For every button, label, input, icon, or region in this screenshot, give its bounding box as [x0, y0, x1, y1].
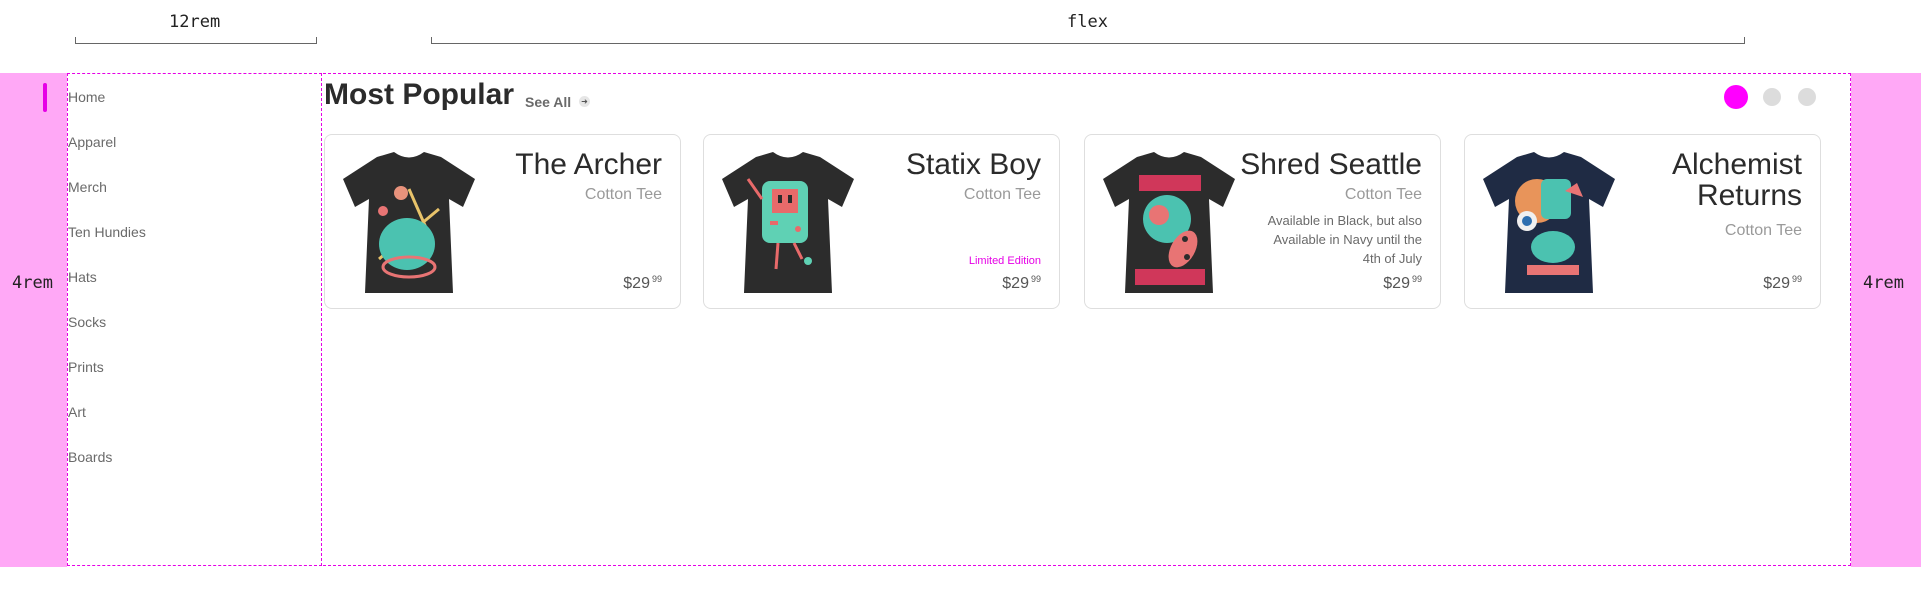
limited-edition-badge: Limited Edition: [968, 255, 1041, 267]
carousel-dot-3[interactable]: [1798, 88, 1816, 106]
right-margin: [1851, 73, 1921, 567]
product-subtitle: Cotton Tee: [1724, 222, 1802, 239]
see-all-link[interactable]: See All: [525, 94, 571, 110]
main-width-bracket: [431, 37, 1745, 44]
active-nav-indicator: [43, 83, 47, 112]
product-subtitle: Cotton Tee: [963, 186, 1041, 203]
nav-item-home[interactable]: Home: [68, 89, 105, 105]
nav-item-apparel[interactable]: Apparel: [68, 134, 116, 150]
right-margin-label: 4rem: [1863, 273, 1904, 293]
main-width-annotation: flex: [1067, 12, 1108, 32]
nav-item-boards[interactable]: Boards: [68, 449, 112, 465]
product-subtitle: Cotton Tee: [1344, 186, 1422, 203]
product-price: $29 99: [1763, 274, 1802, 292]
product-price: $29 99: [1002, 274, 1041, 292]
product-card[interactable]: Shred Seattle Cotton Tee Available in Bl…: [1084, 134, 1441, 309]
product-name: The Archer: [515, 148, 662, 181]
nav-item-socks[interactable]: Socks: [68, 314, 106, 330]
nav-item-art[interactable]: Art: [68, 404, 86, 420]
section-title: Most Popular: [324, 78, 515, 111]
product-subtitle: Cotton Tee: [584, 186, 662, 203]
product-card[interactable]: Statix Boy Cotton Tee Limited Edition $2…: [703, 134, 1060, 309]
nav-item-hats[interactable]: Hats: [68, 269, 97, 285]
carousel-dot-1[interactable]: [1724, 85, 1748, 109]
nav-item-prints[interactable]: Prints: [68, 359, 104, 375]
left-margin-label: 4rem: [12, 273, 53, 293]
sidebar: Home Apparel Merch Ten Hundies Hats Sock…: [67, 73, 322, 566]
product-price: $29 99: [623, 274, 662, 292]
carousel-dot-2[interactable]: [1763, 88, 1781, 106]
main-content: Most Popular See All ➜ The Archer Cotton…: [323, 73, 1851, 566]
product-card[interactable]: The Archer Cotton Tee $29 99: [324, 134, 681, 309]
product-name: Statix Boy: [905, 148, 1041, 181]
sidebar-width-annotation: 12rem: [169, 12, 221, 32]
left-margin: [0, 73, 67, 567]
product-price: $29 99: [1383, 274, 1422, 292]
product-card[interactable]: Alchemist Returns Cotton Tee $29 99: [1464, 134, 1821, 309]
product-availability-note: Available in Black, but also Available i…: [1267, 213, 1422, 266]
nav-item-merch[interactable]: Merch: [68, 179, 107, 195]
product-name: Alchemist Returns: [1671, 148, 1802, 212]
nav-item-ten-hundies[interactable]: Ten Hundies: [68, 224, 146, 240]
arrow-right-icon[interactable]: ➜: [579, 96, 590, 107]
product-name: Shred Seattle: [1240, 148, 1422, 181]
sidebar-width-bracket: [75, 37, 317, 44]
